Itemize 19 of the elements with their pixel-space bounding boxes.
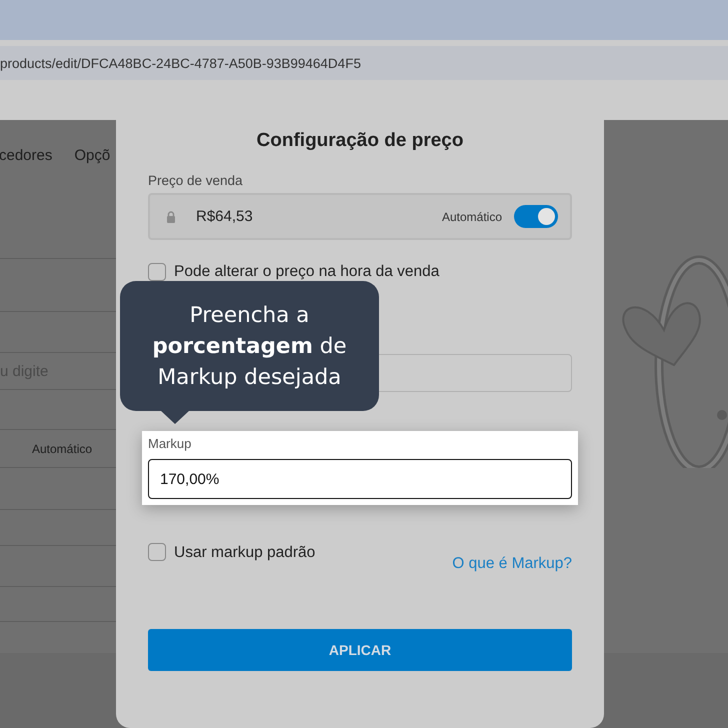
price-value: R$64,53 <box>196 208 253 225</box>
lock-icon <box>166 210 176 222</box>
tooltip-text: Preencha a porcentagem de Markup desejada <box>151 302 348 392</box>
help-link[interactable]: O que é Markup? <box>452 555 572 573</box>
apply-button[interactable]: APLICAR <box>148 629 572 671</box>
checkbox-label: Usar markup padrão <box>174 543 316 563</box>
input-field[interactable] <box>379 354 572 392</box>
nav-tab[interactable]: cedores <box>0 147 52 164</box>
toggle-label: Automático <box>442 210 502 224</box>
field-label: Markup <box>148 435 192 452</box>
address-bar[interactable]: products/edit/DFCA48BC-24BC-4787-A50B-93B99464D4F5 <box>0 46 728 80</box>
field-label: Preço de venda <box>148 173 244 188</box>
checkbox[interactable] <box>148 543 166 561</box>
dialog-title: Configuração de preço <box>256 130 464 152</box>
toggle-label: Automático <box>32 442 92 456</box>
markup-field[interactable]: 170,00% <box>148 459 572 499</box>
toggle-switch[interactable] <box>514 205 558 228</box>
checkbox-label: Pode alterar o preço na hora da venda <box>174 263 440 281</box>
nav-tab[interactable]: Opçõ <box>74 147 110 164</box>
